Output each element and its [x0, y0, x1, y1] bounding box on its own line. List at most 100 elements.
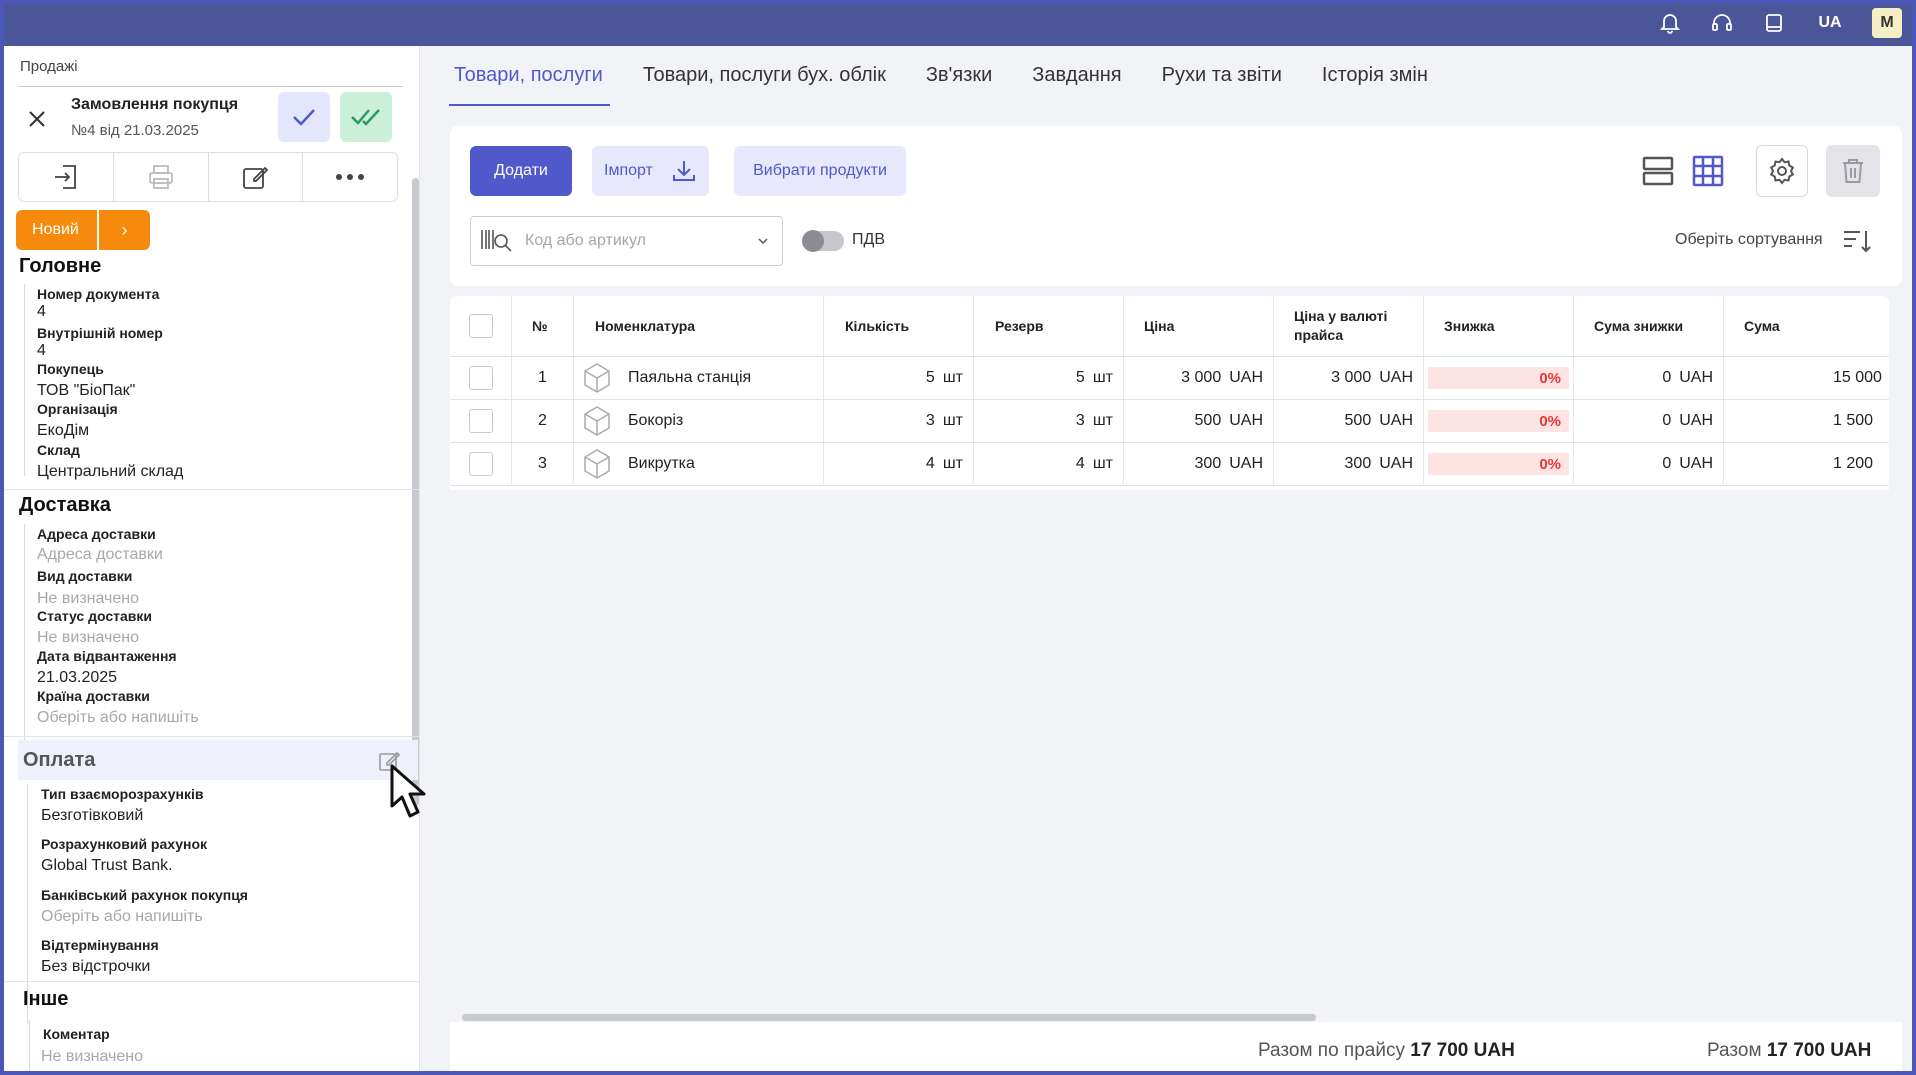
row-discount[interactable]: 0%: [1424, 400, 1574, 442]
confirm-all-button[interactable]: [340, 92, 392, 142]
tab-history[interactable]: Історія змін: [1322, 58, 1428, 108]
sort-select[interactable]: Оберіть сортування: [1675, 231, 1823, 249]
field-placeholder[interactable]: Не визначено: [37, 629, 139, 647]
delete-button[interactable]: [1826, 145, 1880, 197]
field-value[interactable]: ЕкоДім: [37, 422, 89, 440]
row-reserve[interactable]: 4 шт: [974, 443, 1124, 485]
row-price[interactable]: 500 UAH: [1124, 400, 1274, 442]
settings-button[interactable]: [1756, 145, 1808, 197]
sidebar-scrollbar[interactable]: [412, 178, 419, 806]
header-quantity[interactable]: Кількість: [824, 296, 974, 356]
row-checkbox[interactable]: [468, 366, 493, 390]
field-value[interactable]: Центральний склад: [37, 463, 183, 481]
add-button[interactable]: Додати: [470, 146, 572, 196]
bell-icon[interactable]: [1656, 9, 1684, 37]
book-icon[interactable]: [1760, 9, 1788, 37]
field-placeholder[interactable]: Оберіть або напишіть: [37, 709, 199, 727]
close-icon[interactable]: [22, 104, 52, 134]
divider: [4, 736, 419, 737]
row-price-list[interactable]: 500 UAH: [1274, 400, 1424, 442]
price-currency: UAH: [1229, 412, 1263, 429]
chevron-down-icon[interactable]: [758, 238, 768, 244]
row-discount-sum[interactable]: 0 UAH: [1574, 400, 1724, 442]
tab-goods-services[interactable]: Товари, послуги: [454, 58, 603, 108]
row-reserve[interactable]: 3 шт: [974, 400, 1124, 442]
next-status-button[interactable]: ›: [99, 210, 150, 250]
row-discount[interactable]: 0%: [1424, 443, 1574, 485]
more-button[interactable]: [303, 153, 397, 201]
field-value[interactable]: ТОВ "БіоПак": [37, 382, 135, 400]
language-switch[interactable]: UA: [1812, 14, 1848, 32]
header-discount[interactable]: Знижка: [1424, 296, 1574, 356]
table-row[interactable]: 3 Викрутка 4 шт 4 шт 300 UAH 300 UAH 0% 0 UAH 1 200: [450, 443, 1889, 486]
field-value[interactable]: 4: [37, 303, 46, 321]
export-button[interactable]: [19, 153, 114, 201]
section-main-heading[interactable]: Головне: [19, 255, 101, 278]
tab-movements-reports[interactable]: Рухи та звіти: [1162, 58, 1282, 108]
field-value[interactable]: 21.03.2025: [37, 669, 117, 687]
product-box-icon: [584, 406, 610, 436]
row-price[interactable]: 3 000 UAH: [1124, 357, 1274, 399]
tab-goods-accounting[interactable]: Товари, послуги бух. облік: [643, 58, 886, 108]
quantity-unit: шт: [942, 455, 963, 472]
row-name-cell[interactable]: Бокоріз: [574, 400, 824, 442]
row-price-list[interactable]: 300 UAH: [1274, 443, 1424, 485]
header-price-list-currency[interactable]: Ціна у валюті прайса: [1274, 296, 1424, 356]
field-placeholder[interactable]: Не визначено: [41, 1048, 143, 1066]
status-label[interactable]: Новий: [16, 210, 97, 250]
header-reserve[interactable]: Резерв: [974, 296, 1124, 356]
user-avatar[interactable]: M: [1872, 8, 1902, 38]
field-placeholder[interactable]: Оберіть або напишіть: [41, 908, 203, 926]
edit-button[interactable]: [209, 153, 304, 201]
row-name-cell[interactable]: Викрутка: [574, 443, 824, 485]
tab-links[interactable]: Зв'язки: [926, 58, 992, 108]
row-select: [450, 400, 512, 442]
table-view-icon[interactable]: [1691, 154, 1725, 188]
row-discount-sum[interactable]: 0 UAH: [1574, 443, 1724, 485]
header-name[interactable]: Номенклатура: [574, 296, 824, 356]
row-quantity[interactable]: 3 шт: [824, 400, 974, 442]
field-value[interactable]: Без відстрочки: [41, 958, 150, 976]
field-placeholder[interactable]: Адреса доставки: [37, 546, 163, 564]
row-quantity[interactable]: 4 шт: [824, 443, 974, 485]
headset-icon[interactable]: [1708, 9, 1736, 37]
section-delivery-heading[interactable]: Доставка: [19, 494, 111, 517]
discount-badge: 0%: [1428, 367, 1569, 389]
row-quantity[interactable]: 5 шт: [824, 357, 974, 399]
breadcrumb[interactable]: Продажі: [20, 58, 78, 75]
print-button[interactable]: [114, 153, 209, 201]
confirm-button[interactable]: [278, 92, 330, 142]
row-price[interactable]: 300 UAH: [1124, 443, 1274, 485]
row-discount-sum[interactable]: 0 UAH: [1574, 357, 1724, 399]
document-sidebar: Продажі Замовлення покупця №4 від 21.03.…: [4, 46, 420, 1071]
divider: [4, 489, 419, 490]
header-number[interactable]: №: [512, 296, 574, 356]
row-checkbox[interactable]: [468, 409, 493, 433]
list-view-icon[interactable]: [1641, 154, 1675, 188]
import-button[interactable]: Імпорт: [592, 146, 709, 196]
vat-toggle[interactable]: [802, 230, 844, 252]
row-discount[interactable]: 0%: [1424, 357, 1574, 399]
row-price-list[interactable]: 3 000 UAH: [1274, 357, 1424, 399]
status-badge[interactable]: Новий ›: [16, 210, 150, 250]
row-checkbox[interactable]: [468, 452, 493, 476]
choose-products-button[interactable]: Вибрати продукти: [734, 146, 906, 196]
header-price[interactable]: Ціна: [1124, 296, 1274, 356]
select-all-checkbox[interactable]: [468, 314, 493, 338]
table-horizontal-scrollbar[interactable]: [462, 1014, 1316, 1021]
field-value[interactable]: Global Trust Bank.: [41, 857, 173, 875]
sort-icon[interactable]: [1842, 227, 1872, 255]
tab-tasks[interactable]: Завдання: [1032, 58, 1121, 108]
field-value[interactable]: 4: [37, 342, 46, 360]
field-placeholder[interactable]: Не визначено: [37, 590, 139, 608]
row-name-cell[interactable]: Паяльна станція: [574, 357, 824, 399]
header-discount-sum[interactable]: Сума знижки: [1574, 296, 1724, 356]
field-value[interactable]: Безготівковий: [41, 807, 143, 825]
row-reserve[interactable]: 5 шт: [974, 357, 1124, 399]
header-sum[interactable]: Сума: [1724, 296, 1889, 356]
section-payment-heading[interactable]: Оплата: [23, 749, 95, 772]
section-other-heading[interactable]: Інше: [23, 988, 68, 1011]
table-row[interactable]: 1 Паяльна станція 5 шт 5 шт 3 000 UAH 3 000 UAH 0%…: [450, 357, 1889, 400]
code-search-input[interactable]: Код або артикул: [470, 216, 783, 266]
table-row[interactable]: 2 Бокоріз 3 шт 3 шт 500 UAH 500 UAH 0% 0 UAH 1 500: [450, 400, 1889, 443]
